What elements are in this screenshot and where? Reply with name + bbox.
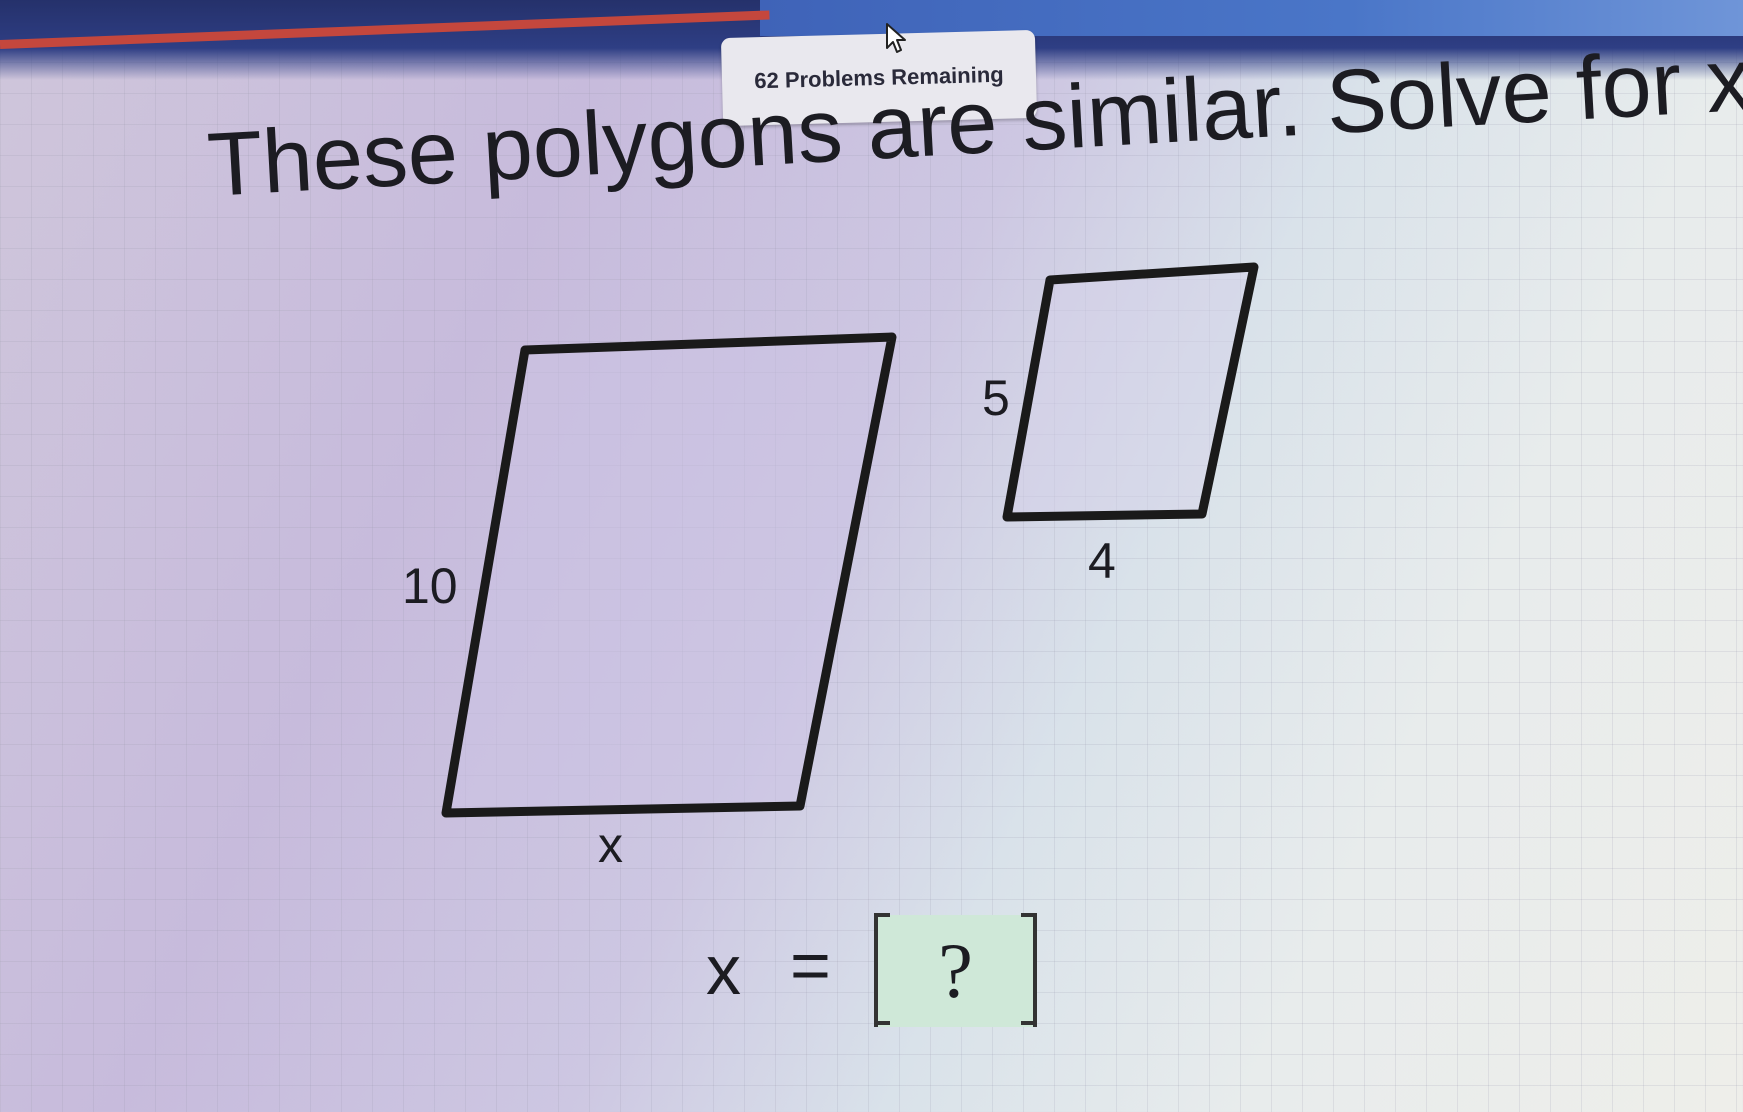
small-bottom-side-label: 4	[1088, 533, 1116, 589]
answer-equals-sign: =	[790, 926, 831, 1004]
small-parallelogram	[1002, 262, 1259, 522]
answer-placeholder: ?	[938, 927, 973, 1014]
answer-input-box[interactable]: ?	[874, 913, 1037, 1027]
large-left-side-label: 10	[402, 558, 458, 614]
large-parallelogram	[441, 332, 897, 818]
small-left-side-label: 5	[982, 370, 1010, 426]
answer-variable: x	[706, 931, 741, 1009]
large-bottom-side-label: x	[598, 817, 623, 873]
similar-polygons-diagram: 10 x 5 4	[402, 262, 1259, 873]
